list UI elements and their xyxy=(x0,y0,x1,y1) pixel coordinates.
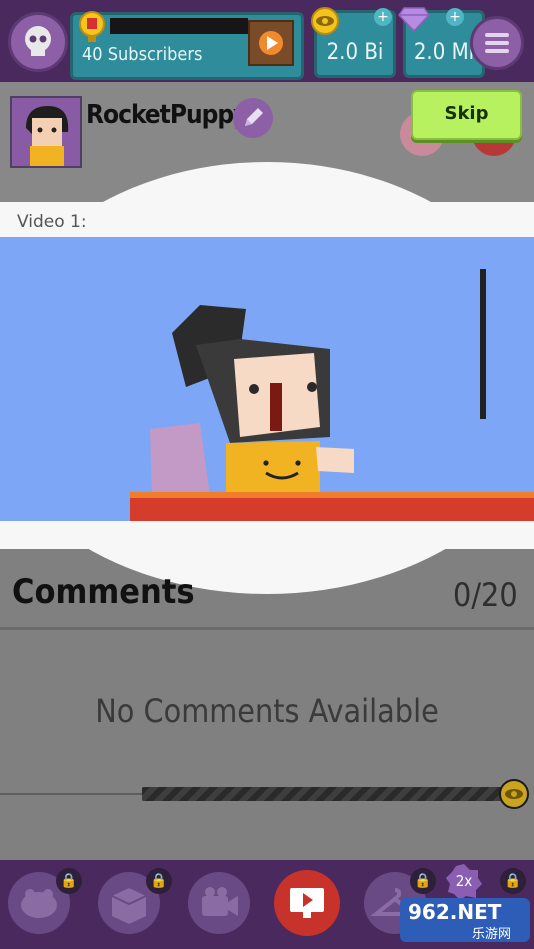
nav-camera-button[interactable] xyxy=(188,872,250,934)
diamond-icon xyxy=(398,7,430,32)
watermark-brand: 962.NET xyxy=(408,900,502,924)
nav-videos-button[interactable] xyxy=(274,870,340,936)
pencil-icon xyxy=(245,108,263,126)
lock-icon: 🔒 xyxy=(56,868,82,894)
subscribers-count: 40 Subscribers xyxy=(82,44,203,65)
channel-username: RocketPuppy xyxy=(86,100,248,130)
youtuber-character xyxy=(150,269,486,497)
video-progress-fill xyxy=(142,787,514,801)
progress-eye-coin-icon[interactable] xyxy=(498,778,530,810)
skip-button[interactable]: Skip xyxy=(411,90,522,140)
video-label: Video 1: xyxy=(17,212,87,232)
play-icon xyxy=(259,31,283,55)
eye-coin-icon xyxy=(311,7,339,35)
watermark-sub: 乐游网 xyxy=(472,927,512,942)
lock-icon: 🔒 xyxy=(410,868,436,894)
trophy-icon xyxy=(79,11,105,42)
edit-name-button[interactable] xyxy=(233,98,273,138)
comments-title: Comments xyxy=(12,572,195,612)
comments-count: 0/20 xyxy=(453,576,518,614)
video-scene[interactable] xyxy=(0,237,534,521)
channel-avatar xyxy=(10,96,82,168)
video-camera-icon xyxy=(202,887,238,916)
timeline-line xyxy=(0,793,142,795)
lock-icon: 🔒 xyxy=(146,868,172,894)
comments-divider xyxy=(0,627,534,630)
add-views-button[interactable]: + xyxy=(374,8,392,26)
lock-icon: 🔒 xyxy=(500,868,526,894)
site-watermark: 962.NET 乐游网 xyxy=(400,898,530,942)
subscribers-progress-bar xyxy=(110,18,248,34)
add-gems-button[interactable]: + xyxy=(446,8,464,26)
no-comments-message: No Comments Available xyxy=(95,692,439,730)
video-bottom-strip xyxy=(0,521,534,549)
profile-avatar-button[interactable] xyxy=(8,12,68,72)
monitor-play-icon xyxy=(290,888,324,918)
menu-button[interactable] xyxy=(470,16,524,70)
views-amount: 2.0 Bi xyxy=(326,40,384,65)
hamburger-icon xyxy=(485,33,509,53)
multiplier-badge: 2x xyxy=(455,872,473,890)
skull-icon xyxy=(25,26,51,56)
play-reward-box[interactable] xyxy=(248,20,294,66)
